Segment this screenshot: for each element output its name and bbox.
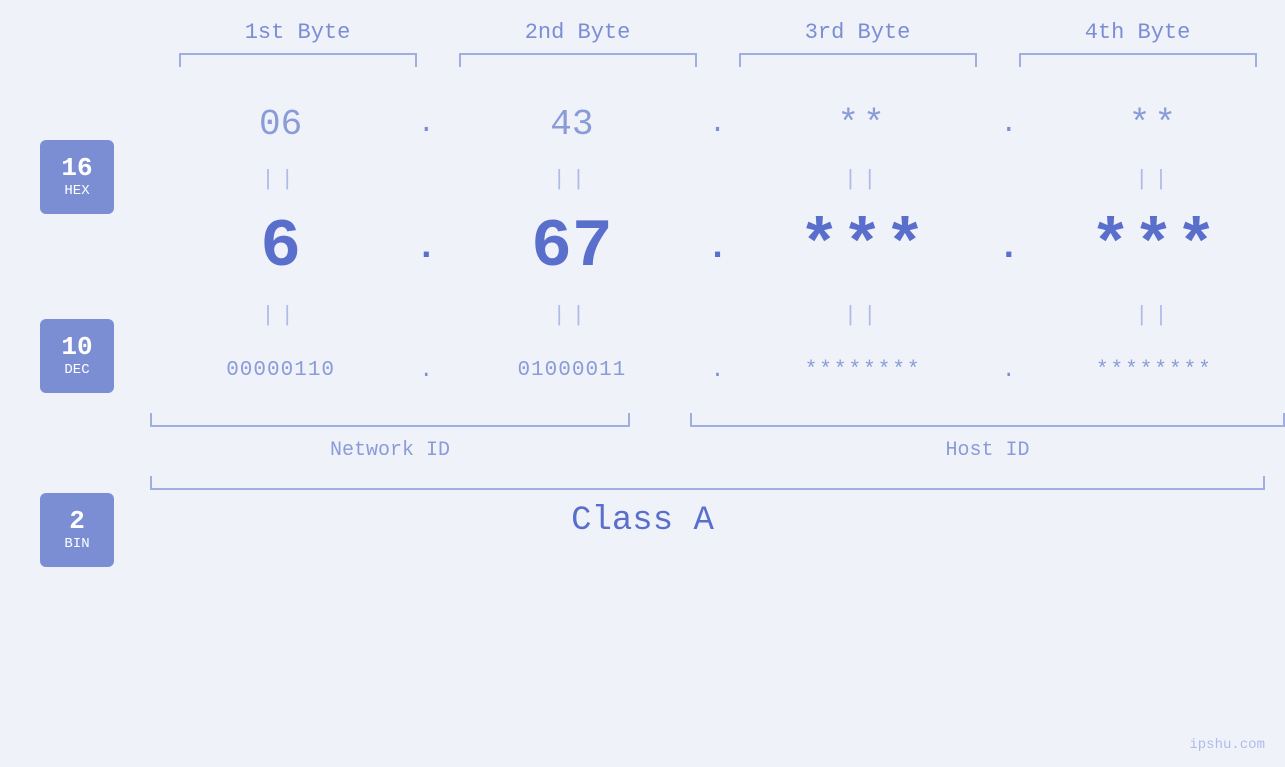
hex-b4: **: [1024, 104, 1285, 145]
bin-b2: 01000011: [441, 359, 702, 382]
bracket-byte3: [739, 53, 977, 67]
bracket-byte2: [459, 53, 697, 67]
main-container: 1st Byte 2nd Byte 3rd Byte 4th Byte 06 .…: [0, 0, 1285, 767]
eq2-b4: ||: [1024, 303, 1285, 328]
dot-bin-3: .: [994, 358, 1024, 383]
hex-b2: 43: [441, 104, 702, 145]
dot-bin-2: .: [703, 358, 733, 383]
eq1-b3: ||: [733, 167, 994, 192]
bin-b3: ********: [733, 359, 994, 382]
bin-b1: 00000110: [150, 359, 411, 382]
hex-b1: 06: [150, 104, 411, 145]
eq2-b1: ||: [150, 303, 411, 328]
dot-hex-3: .: [994, 109, 1024, 140]
bin-b4: ********: [1024, 359, 1285, 382]
bracket-byte1: [179, 53, 417, 67]
dot-dec-1: .: [411, 227, 441, 268]
network-id-label: Network ID: [150, 439, 630, 462]
bin-badge: 2 BIN: [40, 493, 114, 567]
byte3-header: 3rd Byte: [733, 20, 983, 53]
dot-dec-2: .: [703, 227, 733, 268]
dot-hex-1: .: [411, 109, 441, 140]
dot-dec-3: .: [994, 227, 1024, 268]
outer-bracket: [150, 476, 1265, 490]
hex-b3: **: [733, 104, 994, 145]
byte1-header: 1st Byte: [173, 20, 423, 53]
dec-badge: 10 DEC: [40, 319, 114, 393]
dec-b4: ***: [1024, 209, 1285, 286]
watermark: ipshu.com: [1189, 737, 1265, 753]
bracket-byte4: [1019, 53, 1257, 67]
byte4-header: 4th Byte: [1013, 20, 1263, 53]
eq2-b2: ||: [441, 303, 702, 328]
dot-bin-1: .: [411, 358, 441, 383]
dec-b3: ***: [733, 209, 994, 286]
eq2-b3: ||: [733, 303, 994, 328]
hex-badge: 16 HEX: [40, 140, 114, 214]
eq1-b4: ||: [1024, 167, 1285, 192]
class-label: Class A: [0, 502, 1285, 540]
dot-hex-2: .: [703, 109, 733, 140]
eq1-b2: ||: [441, 167, 702, 192]
host-id-bracket: [690, 413, 1285, 427]
dec-b2: 67: [441, 209, 702, 286]
eq1-b1: ||: [150, 167, 411, 192]
badges-column: 16 HEX 10 DEC 2 BIN: [40, 140, 114, 567]
byte2-header: 2nd Byte: [453, 20, 703, 53]
host-id-label: Host ID: [690, 439, 1285, 462]
dec-b1: 6: [150, 209, 411, 286]
network-id-bracket: [150, 413, 630, 427]
